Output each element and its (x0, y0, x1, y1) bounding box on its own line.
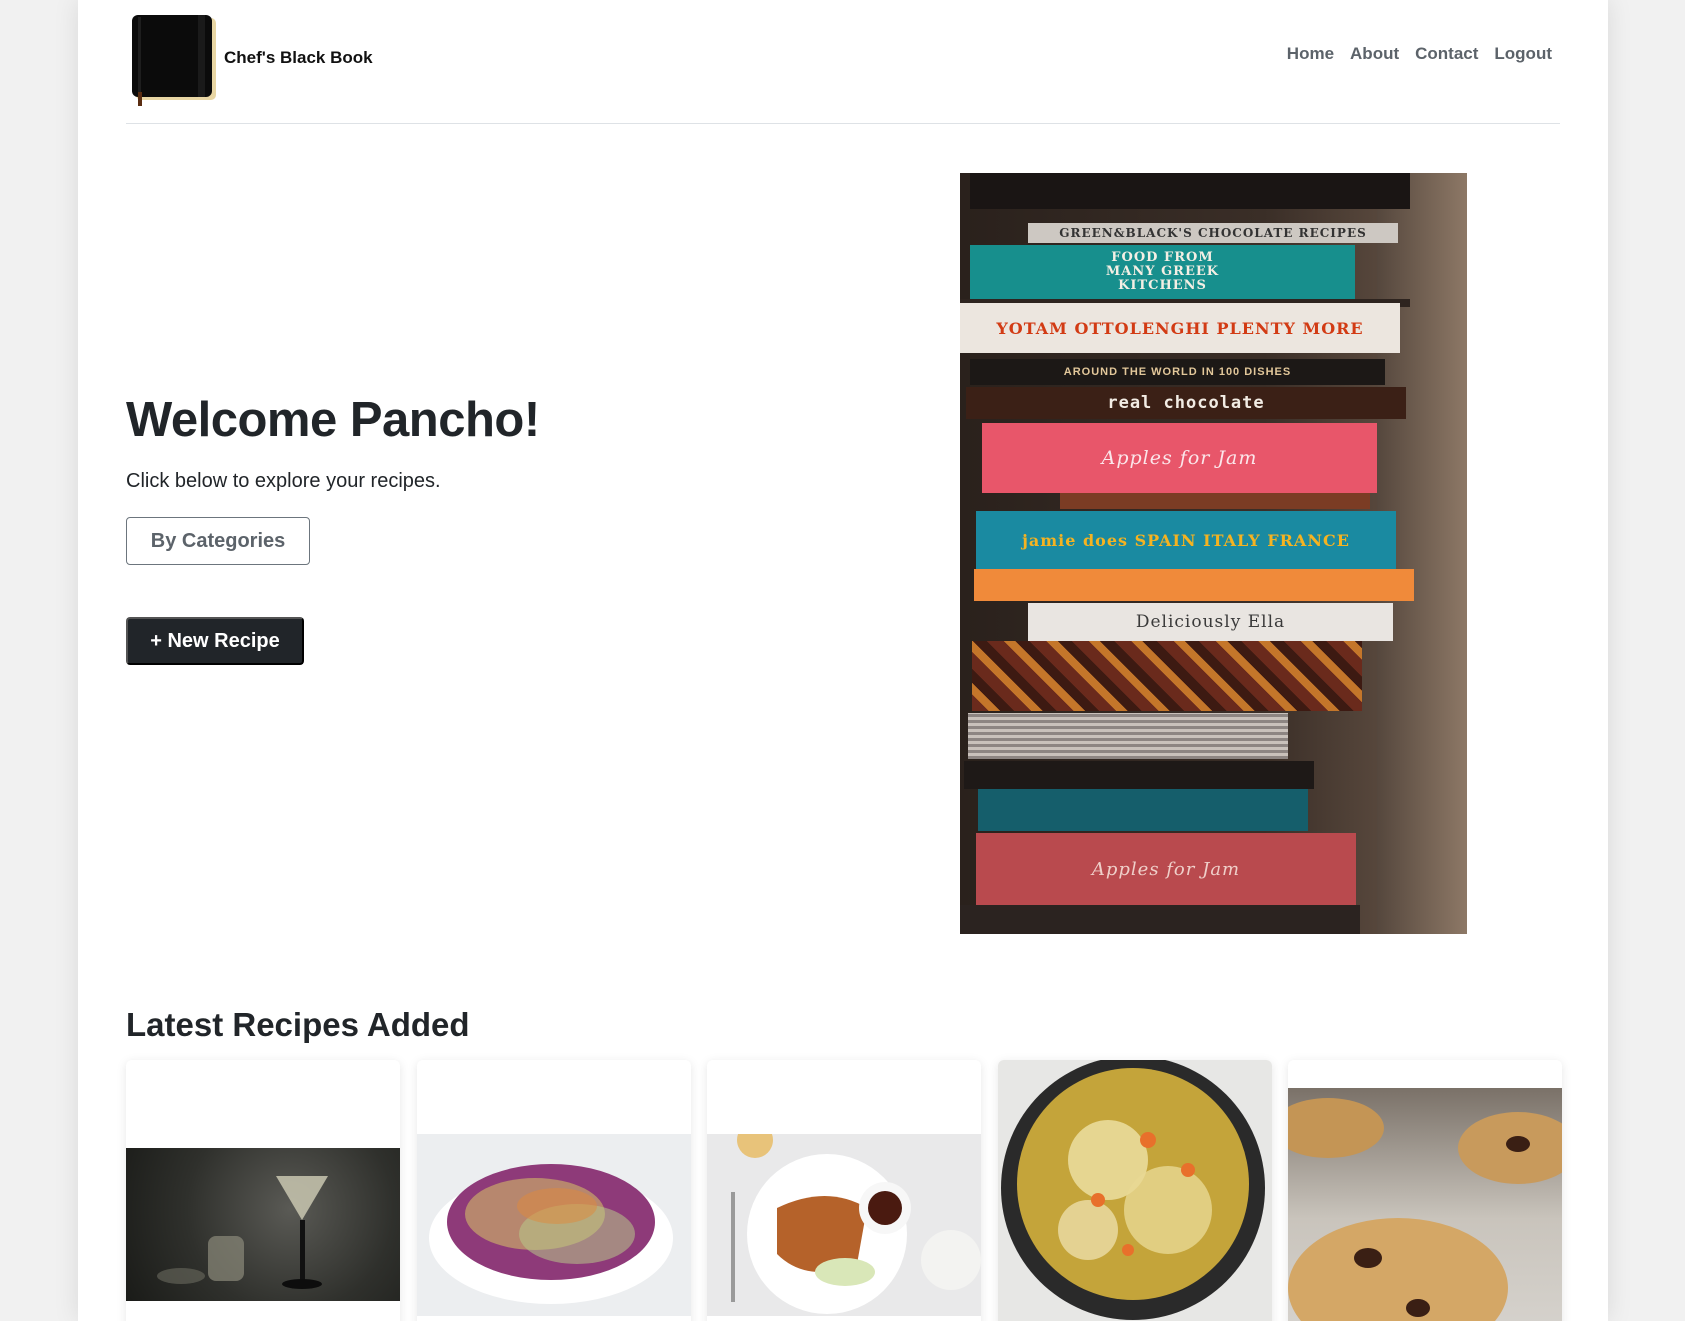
book-spine: Apples for Jam (976, 833, 1356, 905)
nav-contact[interactable]: Contact (1415, 44, 1478, 64)
book-spine (960, 905, 1360, 934)
book-spine: FOOD FROM MANY GREEK KITCHENS (970, 245, 1355, 299)
page-container: Chef's Black Book Home About Contact Log… (78, 0, 1608, 1321)
martini-photo (126, 1148, 400, 1301)
by-categories-button[interactable]: By Categories (126, 517, 310, 565)
book-spine: Apples for Jam (982, 423, 1377, 493)
book-spine (1060, 493, 1370, 509)
noodle-soup-photo (998, 1060, 1272, 1321)
welcome-heading: Welcome Pancho! (126, 393, 540, 447)
book-spine: jamie does SPAIN ITALY FRANCE (976, 511, 1396, 569)
recipe-card[interactable] (707, 1060, 981, 1321)
book-spine (970, 173, 1410, 209)
cookies-photo (1288, 1088, 1562, 1321)
book-spine (974, 569, 1414, 601)
recipe-card[interactable] (126, 1060, 400, 1321)
brand-name: Chef's Black Book (224, 47, 373, 67)
welcome-subtitle: Click below to explore your recipes. (126, 470, 441, 492)
main-nav: Home About Contact Logout (1287, 44, 1552, 64)
recipe-card[interactable] (417, 1060, 691, 1321)
book-spine: AROUND THE WORLD IN 100 DISHES (970, 359, 1385, 385)
katsu-plate-photo (707, 1134, 981, 1316)
new-recipe-button[interactable]: + New Recipe (126, 617, 304, 665)
brand-link[interactable]: Chef's Black Book (126, 12, 373, 107)
book-spine: real chocolate (966, 387, 1406, 419)
book-spine: YOTAM OTTOLENGHI PLENTY MORE (960, 303, 1400, 353)
book-spine: GREEN&BLACK'S CHOCOLATE RECIPES (1028, 223, 1398, 243)
recipe-card[interactable] (998, 1060, 1272, 1321)
nav-about[interactable]: About (1350, 44, 1399, 64)
book-spine: Deliciously Ella (1028, 603, 1393, 641)
cookbook-stack-image: GREEN&BLACK'S CHOCOLATE RECIPES FOOD FRO… (960, 173, 1467, 934)
book-spine (978, 789, 1308, 831)
nav-home[interactable]: Home (1287, 44, 1334, 64)
latest-recipes-heading: Latest Recipes Added (126, 1006, 470, 1043)
coleslaw-photo (417, 1134, 691, 1316)
recipe-card[interactable] (1288, 1060, 1562, 1321)
notebook-icon (126, 12, 222, 107)
nav-logout[interactable]: Logout (1494, 44, 1552, 64)
book-spine (964, 761, 1314, 789)
site-header: Chef's Black Book Home About Contact Log… (126, 0, 1560, 124)
book-spine (972, 641, 1362, 711)
book-spine (968, 713, 1288, 759)
